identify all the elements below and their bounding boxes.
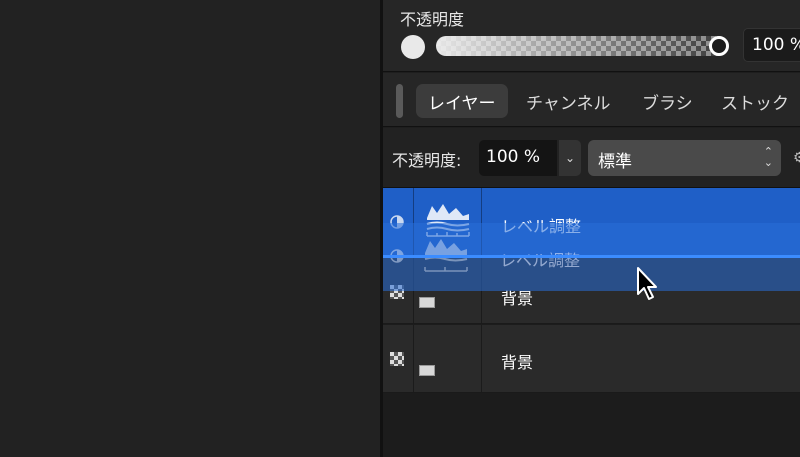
checkerboard-icon[interactable] <box>390 352 404 366</box>
opacity-slider[interactable] <box>436 36 726 56</box>
column-divider <box>413 325 414 392</box>
panel-drag-handle[interactable] <box>396 84 403 118</box>
opacity-slider-knob[interactable] <box>709 36 729 56</box>
color-swatch[interactable] <box>401 35 425 59</box>
chevron-down-icon: ⌄ <box>564 151 576 165</box>
drop-indicator-line <box>383 255 800 258</box>
tab-layers[interactable]: レイヤー <box>416 84 508 118</box>
settings-icon[interactable]: ⚙ <box>793 150 800 166</box>
canvas-area <box>0 0 380 457</box>
layer-thumbnail <box>419 297 435 308</box>
tab-stock[interactable]: ストック <box>709 84 800 118</box>
layer-opacity-label: 不透明度: <box>392 151 462 170</box>
opacity-title: 不透明度 <box>400 10 465 29</box>
tab-brushes[interactable]: ブラシ <box>630 84 705 118</box>
drag-ghost-name: レベル調整 <box>500 251 581 270</box>
tab-channels[interactable]: チャンネル <box>514 84 623 118</box>
layer-name: 背景 <box>501 353 534 372</box>
mouse-pointer-icon <box>637 267 657 300</box>
layer-row[interactable]: 背景 <box>383 325 800 393</box>
opacity-value: 100 % <box>752 35 800 55</box>
blend-mode-value: 標準 <box>598 152 632 172</box>
layer-toolbar: 不透明度: 100 % ⌄ 標準 ⌃ ⌄ ⚙ <box>383 128 800 188</box>
layer-opacity-value: 100 % <box>486 147 541 167</box>
up-down-chevron-icon: ⌃ ⌄ <box>763 145 773 169</box>
opacity-value-field[interactable]: 100 % <box>743 28 800 62</box>
layer-thumbnail <box>419 365 435 376</box>
column-divider <box>481 325 482 392</box>
blend-mode-select[interactable]: 標準 ⌃ ⌄ <box>588 140 781 176</box>
layers-panel: 不透明度 100 % レイヤー チャンネル ブラシ ストック 不透明度: 100… <box>383 0 800 457</box>
layer-opacity-input[interactable]: 100 % <box>479 140 557 176</box>
tabs-bar: レイヤー チャンネル ブラシ ストック <box>383 73 800 127</box>
opacity-section: 不透明度 100 % <box>383 0 800 72</box>
layer-opacity-dropdown[interactable]: ⌄ <box>559 140 581 176</box>
